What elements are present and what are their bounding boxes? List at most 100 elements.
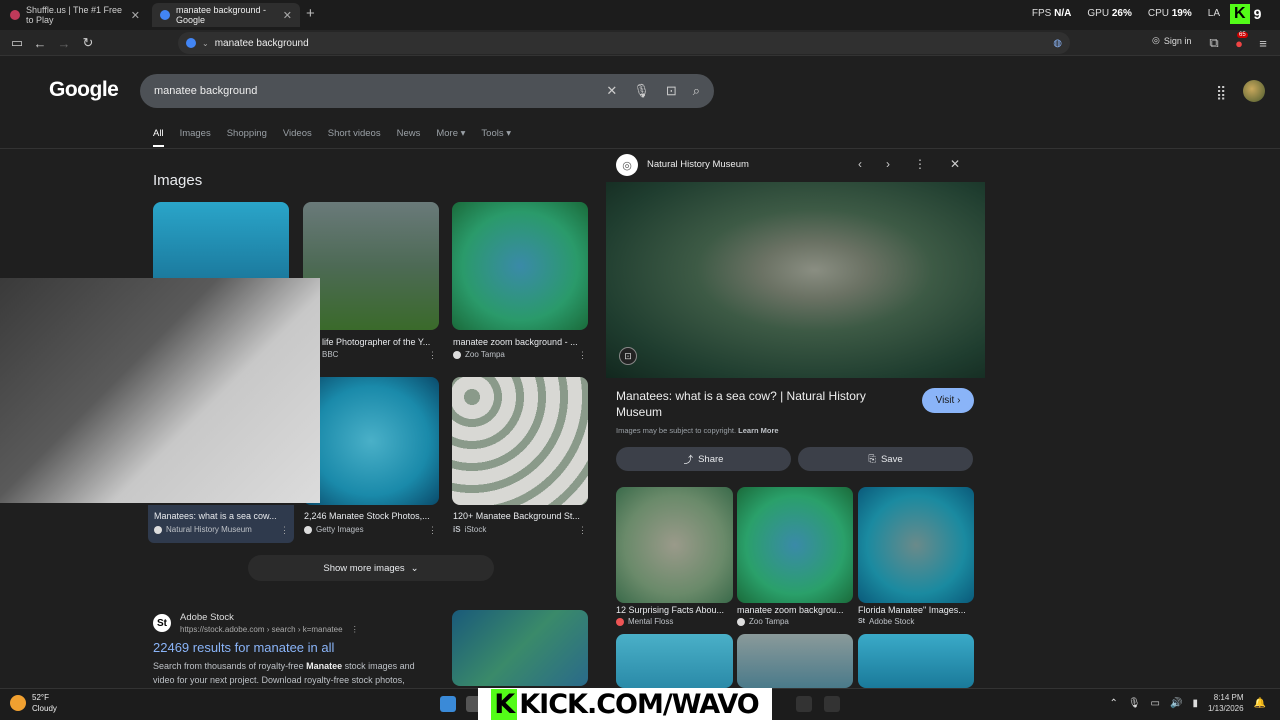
tab-shuffle[interactable]: Shuffle.us | The #1 Free to Play ✕ xyxy=(2,3,148,27)
search-box[interactable]: manatee background ✕ 🎙 ⊡ ⌕ xyxy=(140,74,714,108)
more-options-icon[interactable]: ⋮ xyxy=(428,350,437,361)
result-caption[interactable]: life Photographer of the Y... xyxy=(322,337,438,347)
result-image[interactable] xyxy=(303,377,439,505)
volume-icon[interactable]: 🔊 xyxy=(1170,698,1182,709)
result-url[interactable]: https://stock.adobe.com › search › k=man… xyxy=(180,625,359,634)
microphone-icon[interactable]: 🎙 xyxy=(1128,698,1141,709)
more-options-icon[interactable]: ⋮ xyxy=(914,157,926,171)
images-heading: Images xyxy=(153,172,203,189)
related-caption[interactable]: 12 Surprising Facts Abou... xyxy=(616,605,732,615)
clock[interactable]: 8:14 PM 1/13/2026 xyxy=(1208,692,1244,714)
tab-more[interactable]: More ▾ xyxy=(436,128,465,147)
result-source[interactable]: BBC xyxy=(322,350,338,359)
result-image[interactable] xyxy=(452,377,588,505)
save-button[interactable]: ⎘ Save xyxy=(798,447,973,471)
related-image[interactable] xyxy=(858,487,974,603)
result-site-name[interactable]: Adobe Stock xyxy=(180,612,234,623)
menu-icon[interactable]: ≡ xyxy=(1254,34,1272,52)
result-title-link[interactable]: 22469 results for manatee in all xyxy=(153,640,334,655)
close-tab-icon[interactable]: ✕ xyxy=(131,9,140,22)
kick-count: 9 xyxy=(1253,6,1262,22)
close-tab-icon[interactable]: ✕ xyxy=(283,9,292,22)
result-caption[interactable]: 120+ Manatee Background St... xyxy=(453,511,587,521)
show-more-images-button[interactable]: Show more images ⌄ xyxy=(248,555,494,581)
related-source[interactable]: Mental Floss xyxy=(616,617,673,626)
weather-widget[interactable]: 52°F Cloudy xyxy=(10,692,57,714)
epic-games-icon[interactable] xyxy=(796,696,812,712)
result-source[interactable]: iS iStock xyxy=(453,525,486,534)
preview-image[interactable] xyxy=(606,182,985,378)
tab-images[interactable]: Images xyxy=(180,128,211,147)
translate-globe-icon[interactable]: ◍ xyxy=(1053,38,1062,49)
result-caption[interactable]: 2,246 Manatee Stock Photos,... xyxy=(304,511,438,521)
close-icon[interactable]: ✕ xyxy=(950,157,960,171)
related-caption[interactable]: Florida Manatee" Images... xyxy=(858,605,974,615)
tab-short-videos[interactable]: Short videos xyxy=(328,128,381,147)
learn-more-link[interactable]: Learn More xyxy=(738,426,778,435)
related-caption[interactable]: manatee zoom backgrou... xyxy=(737,605,853,615)
chevron-up-icon[interactable]: ⌃ xyxy=(1109,698,1117,709)
related-image[interactable] xyxy=(858,634,974,688)
camera-lens-icon[interactable]: ⊡ xyxy=(666,83,677,99)
address-bar[interactable]: ⌄ manatee background ◍ xyxy=(178,32,1070,54)
related-image[interactable] xyxy=(616,487,733,603)
search-icon[interactable]: ⌕ xyxy=(693,83,700,99)
tab-tools[interactable]: Tools ▾ xyxy=(481,128,511,147)
sign-in-button[interactable]: ◎ Sign in xyxy=(1152,35,1191,46)
forward-arrow-icon[interactable]: → xyxy=(55,34,73,52)
chevron-down-icon: ⌄ xyxy=(410,562,419,574)
related-source[interactable]: St Adobe Stock xyxy=(858,617,914,626)
search-engine-icon[interactable] xyxy=(186,38,196,48)
tab-videos[interactable]: Videos xyxy=(283,128,312,147)
google-apps-icon[interactable]: ⣿ xyxy=(1216,84,1226,101)
new-tab-button[interactable]: + xyxy=(306,5,315,22)
network-icon[interactable]: ▭ xyxy=(1151,698,1160,709)
share-button[interactable]: ⤴ Share xyxy=(616,447,791,471)
address-text[interactable]: manatee background xyxy=(215,38,309,49)
more-options-icon[interactable]: ⋮ xyxy=(578,350,587,361)
result-image[interactable] xyxy=(452,202,588,330)
search-input[interactable]: manatee background xyxy=(154,85,590,97)
more-options-icon[interactable]: ⋮ xyxy=(280,525,289,536)
previous-icon[interactable]: ‹ xyxy=(858,157,862,171)
chevron-down-icon[interactable]: ⌄ xyxy=(202,39,209,48)
more-options-icon[interactable]: ⋮ xyxy=(428,525,437,536)
kick-logo-icon: K xyxy=(491,688,518,720)
more-options-icon[interactable]: ⋮ xyxy=(578,525,587,536)
clear-icon[interactable]: ✕ xyxy=(606,83,617,99)
related-image[interactable] xyxy=(737,487,853,603)
taskbar-app-icon[interactable] xyxy=(824,696,840,712)
sidebar-toggle-icon[interactable]: ▭ xyxy=(8,34,26,52)
result-caption[interactable]: manatee zoom background - ... xyxy=(453,337,587,347)
back-arrow-icon[interactable]: ← xyxy=(31,34,49,52)
tab-google-search[interactable]: manatee background - Google ✕ xyxy=(152,3,300,27)
tab-shopping[interactable]: Shopping xyxy=(227,128,267,147)
microphone-icon[interactable]: 🎙 xyxy=(633,83,650,99)
copyright-notice: Images may be subject to copyright. Lear… xyxy=(616,426,779,435)
result-image[interactable] xyxy=(452,610,588,686)
visit-button[interactable]: Visit › xyxy=(922,388,974,413)
panel-title[interactable]: Manatees: what is a sea cow? | Natural H… xyxy=(616,388,906,420)
related-image[interactable] xyxy=(616,634,733,688)
weather-sun-icon xyxy=(10,695,26,711)
result-source[interactable]: Natural History Museum xyxy=(154,525,252,534)
related-source[interactable]: Zoo Tampa xyxy=(737,617,789,626)
result-image[interactable] xyxy=(303,202,439,330)
result-caption[interactable]: Manatees: what is a sea cow... xyxy=(154,511,284,521)
avatar[interactable] xyxy=(1243,80,1265,102)
google-logo[interactable]: Google xyxy=(49,78,119,102)
result-source[interactable]: Zoo Tampa xyxy=(453,350,505,359)
reload-icon[interactable]: ↻ xyxy=(79,34,97,52)
battery-icon[interactable]: ▮ xyxy=(1192,698,1198,709)
lens-search-icon[interactable]: ⊡ xyxy=(619,347,637,365)
notification-icon[interactable]: 🔔 xyxy=(1254,698,1266,709)
search-tabs: All Images Shopping Videos Short videos … xyxy=(153,128,511,147)
windows-start-icon[interactable] xyxy=(440,696,456,712)
next-icon[interactable]: › xyxy=(886,157,890,171)
panel-source-name[interactable]: Natural History Museum xyxy=(647,159,749,170)
tab-all[interactable]: All xyxy=(153,128,164,147)
tab-news[interactable]: News xyxy=(397,128,421,147)
result-source[interactable]: Getty Images xyxy=(304,525,364,534)
extensions-icon[interactable]: ⧉ xyxy=(1205,34,1223,52)
related-image[interactable] xyxy=(737,634,853,688)
